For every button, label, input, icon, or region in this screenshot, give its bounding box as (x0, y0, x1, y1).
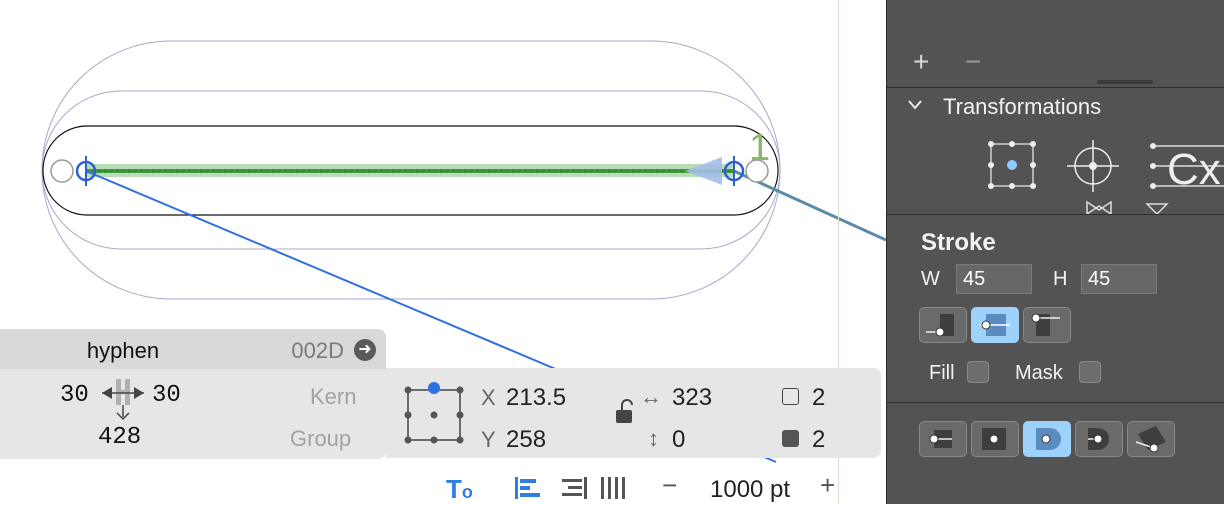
filled-square-icon (782, 430, 799, 447)
align-left-icon[interactable] (514, 476, 542, 500)
selection-position-box: X 213.5 Y 258 ↔ 323 ↕ 0 2 2 (386, 368, 881, 458)
path-direction-arrow (685, 157, 722, 185)
text-tool-icon[interactable]: To (446, 474, 473, 505)
arrow-right-circle-icon[interactable]: ➜ (354, 339, 376, 361)
glyph-info-box: hyphen 002D ➜ 30 30 428 Kern Group (0, 329, 386, 459)
inspector-panel: + − Transformations Cx Stroke W 45 H 45 (886, 0, 1224, 504)
stroke-position-left-button[interactable] (919, 307, 967, 343)
node-index-label: 1 (749, 127, 770, 169)
zoom-out-button[interactable]: − (662, 470, 677, 501)
flip-icons[interactable] (1083, 198, 1183, 214)
kern-label[interactable]: Kern (310, 384, 356, 410)
glyph-canvas[interactable]: 1 hyphen 002D ➜ 30 30 428 Kern Group X 2… (0, 0, 886, 504)
remove-button[interactable]: − (965, 46, 981, 78)
divider (887, 87, 1224, 88)
group-label[interactable]: Group (290, 426, 351, 452)
y-value[interactable]: 258 (506, 426, 546, 454)
fill-label: Fill (929, 362, 955, 384)
bottom-toolbar: To − 1000 pt + (0, 466, 886, 504)
resize-grip[interactable] (1097, 80, 1153, 84)
chevron-down-icon[interactable] (907, 98, 923, 112)
x-label: X (481, 385, 496, 410)
left-sidebearing[interactable]: 30 (60, 382, 89, 409)
selection-width[interactable]: 323 (672, 384, 712, 412)
cap-angled-button[interactable] (1127, 421, 1175, 457)
selection-height[interactable]: 0 (672, 426, 685, 454)
crosshair-icon[interactable] (1065, 138, 1121, 194)
metrics-link-icon (102, 379, 144, 421)
svg-text:Cx: Cx (1167, 145, 1221, 192)
open-square-icon (782, 388, 799, 405)
stroke-title: Stroke (921, 229, 996, 256)
mask-label: Mask (1015, 362, 1063, 384)
stroke-position-center-button[interactable] (971, 307, 1019, 343)
h-label: H (1053, 268, 1068, 290)
glyph-width[interactable]: 428 (98, 424, 141, 451)
glyph-name[interactable]: hyphen (0, 338, 246, 364)
align-right-icon[interactable] (560, 476, 588, 500)
right-sidebearing[interactable]: 30 (152, 382, 181, 409)
lock-open-icon[interactable] (614, 398, 640, 426)
justify-bars-icon[interactable] (600, 476, 626, 500)
cap-square-button[interactable] (971, 421, 1019, 457)
stroke-position-right-button[interactable] (1023, 307, 1071, 343)
mask-checkbox[interactable] (1079, 361, 1101, 383)
zoom-in-button[interactable]: + (820, 470, 835, 501)
left-handle (50, 159, 74, 183)
w-label: W (921, 268, 940, 290)
transformations-title[interactable]: Transformations (943, 94, 1101, 120)
divider (887, 214, 1224, 215)
reference-point-grid-icon[interactable] (400, 380, 466, 446)
cap-butt-button[interactable] (919, 421, 967, 457)
x-value[interactable]: 213.5 (506, 384, 566, 412)
width-arrows-icon: ↔ (640, 384, 662, 409)
filled-node-count: 2 (812, 426, 826, 453)
divider (887, 402, 1224, 403)
height-arrows-icon: ↕ (648, 426, 659, 451)
zoom-value[interactable]: 1000 pt (710, 476, 790, 504)
add-button[interactable]: + (913, 46, 929, 78)
cap-round-button[interactable] (1023, 421, 1071, 457)
open-node-count: 2 (812, 384, 826, 411)
metrics-grid-icon[interactable]: Cx (1147, 140, 1224, 192)
transform-origin-grid-icon[interactable] (987, 140, 1037, 190)
y-label: Y (481, 427, 496, 452)
cap-half-round-button[interactable] (1075, 421, 1123, 457)
stroke-width-field[interactable]: 45 (956, 264, 1032, 294)
stroke-height-field[interactable]: 45 (1081, 264, 1157, 294)
glyph-unicode[interactable]: 002D (291, 338, 344, 364)
fill-checkbox[interactable] (967, 361, 989, 383)
